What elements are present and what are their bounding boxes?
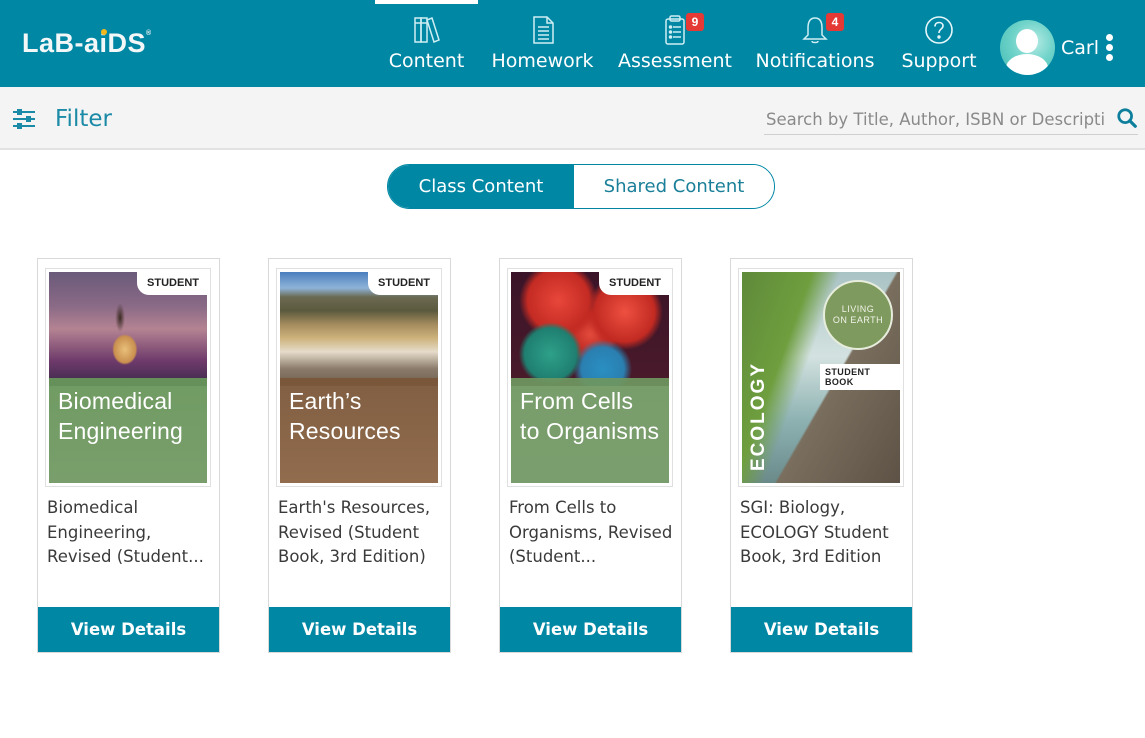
nav-label: Content: [388, 50, 465, 72]
nav-label: Assessment: [618, 50, 732, 72]
content-card: From Cells to Organisms STUDENT From Cel…: [499, 258, 682, 653]
card-title: Earth's Resources, Revised (Student Book…: [278, 498, 431, 566]
user-avatar-icon[interactable]: [1000, 20, 1055, 75]
books-icon: [410, 13, 444, 47]
view-details-button[interactable]: View Details: [38, 607, 219, 652]
badge-line: ON EARTH: [832, 315, 884, 325]
lab-aids-logo[interactable]: LaB-aiDS®: [22, 28, 152, 59]
logo-text-part: LaB-a: [22, 28, 100, 58]
view-details-button[interactable]: View Details: [500, 607, 681, 652]
filter-bar: Filter: [0, 87, 1145, 150]
filter-button[interactable]: Filter: [12, 106, 112, 132]
tab-class-content[interactable]: Class Content: [388, 165, 574, 208]
card-title: SGI: Biology, ECOLOGY Student Book, 3rd …: [740, 498, 889, 566]
nav-label: Homework: [491, 50, 594, 72]
sliders-icon: [13, 109, 35, 129]
student-tag: STUDENT: [137, 272, 207, 295]
cover-title-line: Engineering: [58, 417, 183, 444]
nav-item-assessment[interactable]: 9 Assessment: [618, 0, 732, 87]
filter-label: Filter: [55, 106, 112, 132]
content-card: Biomedical Engineering STUDENT Biomedica…: [37, 258, 220, 653]
top-navigation-bar: LaB-aiDS® Content Homework 9 Assessment …: [0, 0, 1145, 87]
book-cover[interactable]: Earth’s Resources STUDENT: [276, 268, 442, 487]
card-title: Biomedical Engineering, Revised (Student…: [47, 498, 204, 566]
content-source-toggle: Class Content Shared Content: [387, 164, 775, 209]
logo-registered-mark: ®: [146, 30, 152, 37]
book-cover[interactable]: LIVING ON EARTH STUDENT BOOK ECOLOGY: [738, 268, 904, 487]
question-circle-icon: [922, 13, 956, 47]
content-card: Earth’s Resources STUDENT Earth's Resour…: [268, 258, 451, 653]
cover-title: From Cells to Organisms: [520, 386, 659, 446]
cover-title: Biomedical Engineering: [58, 386, 183, 446]
card-title: From Cells to Organisms, Revised (Studen…: [509, 498, 673, 566]
cover-title-line: Earth’s: [289, 387, 362, 414]
living-on-earth-badge: LIVING ON EARTH: [823, 280, 893, 350]
student-tag: STUDENT: [368, 272, 438, 295]
nav-item-homework[interactable]: Homework: [491, 0, 594, 87]
nav-label: Notifications: [755, 50, 875, 72]
user-name[interactable]: Carl: [1061, 37, 1099, 59]
search-input[interactable]: [766, 105, 1106, 133]
nav-item-content[interactable]: Content: [375, 0, 478, 87]
document-icon: [526, 13, 560, 47]
student-tag: STUDENT: [599, 272, 669, 295]
nav-label: Support: [901, 50, 977, 72]
logo-text-part: i: [99, 28, 108, 58]
content-card: LIVING ON EARTH STUDENT BOOK ECOLOGY SGI…: [730, 258, 913, 653]
search-box: [764, 105, 1138, 135]
bell-icon: 4: [798, 13, 844, 47]
tab-shared-content[interactable]: Shared Content: [574, 165, 774, 208]
student-book-tag: STUDENT BOOK: [820, 364, 900, 390]
badge-line: LIVING: [841, 304, 875, 314]
clipboard-list-icon: 9: [658, 13, 704, 47]
view-details-button[interactable]: View Details: [731, 607, 912, 652]
cover-title: Earth’s Resources: [289, 386, 401, 446]
user-menu[interactable]: Carl: [1000, 20, 1114, 75]
assessment-count-badge: 9: [686, 13, 704, 31]
cover-title-line: Biomedical: [58, 387, 173, 414]
cover-title-line: From Cells: [520, 387, 634, 414]
nav-item-support[interactable]: Support: [901, 0, 977, 87]
notifications-count-badge: 4: [826, 13, 844, 31]
kebab-menu-icon[interactable]: [1104, 34, 1114, 61]
book-cover[interactable]: From Cells to Organisms STUDENT: [507, 268, 673, 487]
cover-title-line: to Organisms: [520, 417, 660, 444]
logo-text-part: DS: [107, 28, 147, 58]
cover-title-line: Resources: [289, 417, 401, 444]
view-details-button[interactable]: View Details: [269, 607, 450, 652]
search-icon[interactable]: [1116, 107, 1138, 129]
cover-vertical-title: ECOLOGY: [748, 361, 769, 471]
nav-item-notifications[interactable]: 4 Notifications: [756, 0, 874, 87]
book-cover[interactable]: Biomedical Engineering STUDENT: [45, 268, 211, 487]
